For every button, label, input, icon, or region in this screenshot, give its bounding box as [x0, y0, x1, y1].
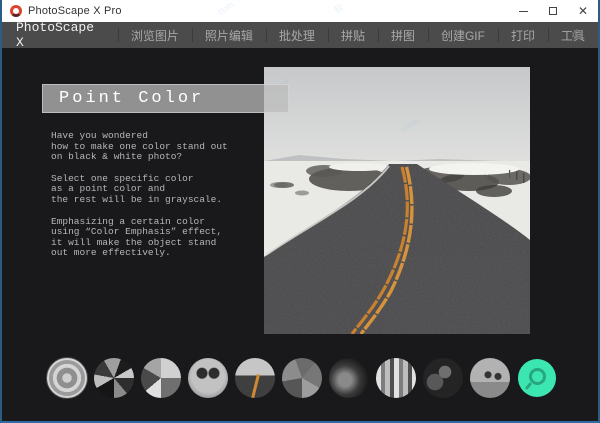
minimize-button[interactable]: [508, 0, 538, 22]
window-title: PhotoScape X Pro: [28, 5, 122, 17]
close-button[interactable]: ✕: [568, 0, 598, 22]
thumbnail-collage-dark[interactable]: [94, 358, 134, 398]
feature-description: Have you wondered how to make one color …: [51, 131, 276, 270]
description-paragraph: Have you wondered how to make one color …: [51, 131, 276, 163]
maximize-button[interactable]: [538, 0, 568, 22]
sample-photo: [264, 67, 530, 334]
thumbnail-road-point-color[interactable]: [235, 358, 275, 398]
minimize-icon: [519, 11, 528, 12]
title-bar: PhotoScape X Pro ✕: [2, 0, 598, 22]
tab-combine[interactable]: 拼图: [378, 27, 428, 44]
settings-gear-icon[interactable]: ⚙: [571, 26, 584, 44]
tab-browse[interactable]: 浏览图片: [118, 27, 192, 44]
thumbnail-hands[interactable]: [329, 358, 369, 398]
app-logo-icon: [10, 5, 22, 17]
thumbnail-street[interactable]: [470, 358, 510, 398]
description-paragraph: Select one specific color as a point col…: [51, 174, 276, 206]
thumbnail-alley[interactable]: [376, 358, 416, 398]
thumbnail-coin[interactable]: [47, 358, 87, 398]
description-paragraph: Emphasizing a certain color using “Color…: [51, 217, 276, 259]
tab-collage[interactable]: 拼贴: [328, 27, 378, 44]
tab-photo-edit[interactable]: 照片编辑: [192, 27, 266, 44]
magnifier-handle: [525, 382, 532, 390]
tab-photoscape-x[interactable]: PhotoScape X: [2, 20, 118, 50]
thumbnail-collage-light[interactable]: [141, 358, 181, 398]
feature-banner: Point Color: [42, 84, 289, 113]
thumbnail-owl-face[interactable]: [188, 358, 228, 398]
tab-print[interactable]: 打印: [498, 27, 548, 44]
maximize-icon: [549, 7, 557, 15]
feature-title: Point Color: [43, 89, 204, 108]
close-icon: ✕: [578, 5, 588, 17]
tab-batch[interactable]: 批处理: [266, 27, 328, 44]
thumbnail-forest[interactable]: [423, 358, 463, 398]
menu-bar: PhotoScape X 浏览图片 照片编辑 批处理 拼贴 拼图 创建GIF 打…: [2, 22, 598, 48]
tab-create-gif[interactable]: 创建GIF: [428, 27, 498, 44]
photoscape-window: PhotoScape X Pro ✕ PhotoScape X 浏览图片 照片编…: [0, 0, 600, 423]
zoom-search-button[interactable]: [518, 359, 556, 397]
thumbnail-still-life[interactable]: [282, 358, 322, 398]
